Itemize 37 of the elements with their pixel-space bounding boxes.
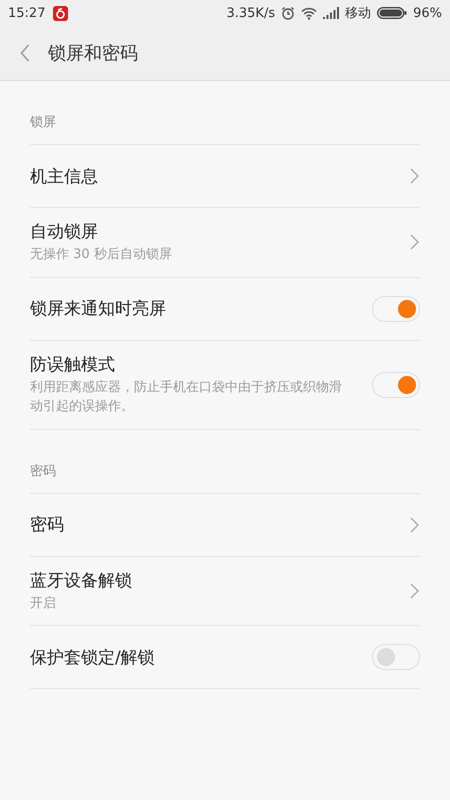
settings-item[interactable]: 蓝牙设备解锁 开启 [30, 556, 420, 626]
toggle-switch[interactable] [372, 644, 420, 670]
settings-item[interactable]: 防误触模式 利用距离感应器，防止手机在口袋中由于挤压或织物滑动引起的误操作。 [30, 340, 420, 430]
section-header: 锁屏 [30, 114, 56, 131]
alarm-icon [281, 6, 296, 20]
chevron-icon [410, 168, 419, 184]
back-icon[interactable] [20, 44, 30, 62]
toggle-switch[interactable] [372, 372, 420, 398]
section-header: 密码 [30, 462, 56, 480]
signal-icon [323, 7, 340, 19]
settings-item[interactable]: 密码 [30, 494, 420, 557]
settings-item[interactable]: 机主信息 [30, 145, 420, 208]
settings-item[interactable]: 保护套锁定/解锁 [30, 626, 420, 690]
item-description: 无操作 30 秒后自动锁屏 [30, 246, 172, 264]
app-icon [53, 6, 68, 20]
item-label: 锁屏来通知时亮屏 [30, 298, 166, 320]
item-description: 开启 [30, 594, 57, 613]
item-label: 密码 [30, 514, 64, 536]
item-description: 利用距离感应器，防止手机在口袋中由于挤压或织物滑动引起的误操作。 [30, 378, 343, 416]
carrier-name: 移动 [345, 5, 372, 22]
item-label: 防误触模式 [30, 354, 116, 376]
toggle-switch[interactable] [372, 296, 420, 322]
chevron-icon [410, 582, 419, 599]
item-label: 自动锁屏 [30, 221, 99, 243]
wifi-icon [301, 6, 318, 20]
network-speed: 3.35K/s [226, 6, 276, 20]
page-title: 锁屏和密码 [48, 42, 138, 65]
item-label: 机主信息 [30, 166, 98, 188]
chevron-icon [410, 234, 419, 250]
chevron-icon [410, 516, 419, 533]
settings-item[interactable]: 自动锁屏 无操作 30 秒后自动锁屏 [30, 208, 420, 278]
battery-percent: 96% [413, 6, 442, 20]
item-label: 保护套锁定/解锁 [30, 646, 155, 669]
status-time: 15:27 [8, 6, 46, 20]
settings-item[interactable]: 锁屏来通知时亮屏 [30, 278, 420, 341]
item-label: 蓝牙设备解锁 [30, 570, 132, 592]
battery-icon [377, 7, 408, 19]
